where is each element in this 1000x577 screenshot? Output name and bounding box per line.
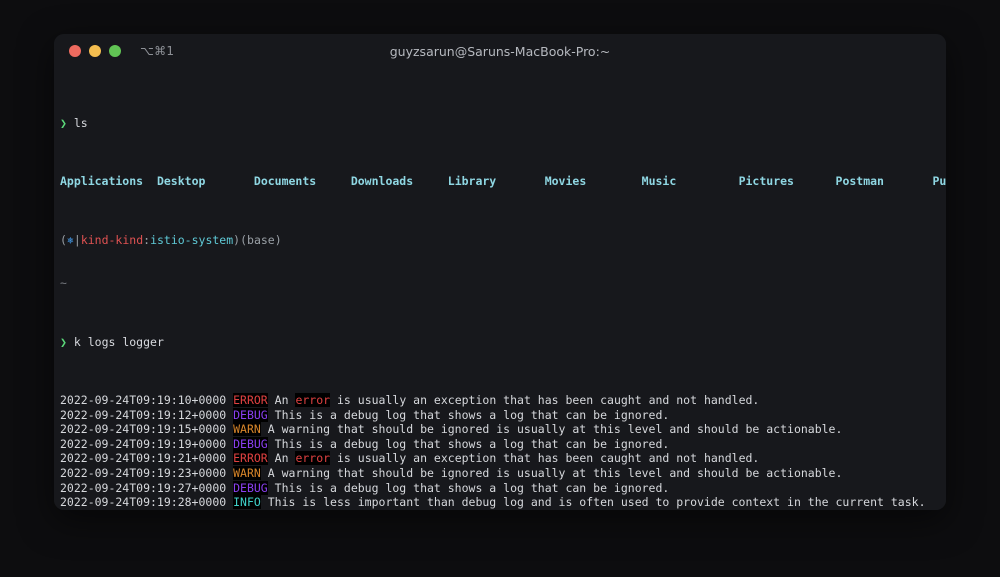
helm-wheel-icon: ⎈	[66, 232, 74, 247]
ls-spacer	[794, 174, 836, 189]
desktop-background: ⌥⌘1 guyzsarun@Saruns-MacBook-Pro:~ ❯ ls …	[0, 0, 1000, 577]
prompt-tilde-1: ~	[60, 276, 67, 291]
log-message: This is a debug log that shows a log tha…	[274, 407, 670, 422]
log-line: 2022-09-24T09:19:27+0000 DEBUG This is a…	[60, 480, 946, 496]
log-level-badge: DEBUG	[233, 480, 268, 495]
prompt-open-paren: (	[60, 232, 67, 247]
traffic-light-group	[64, 45, 121, 57]
log-message-tail: is usually an exception that has been ca…	[330, 451, 760, 466]
kube-context-name: kind-kind	[80, 232, 144, 247]
log-message-tail: is usually an exception that has been ca…	[330, 393, 760, 408]
conda-env-label: (base)	[240, 232, 282, 247]
log-message: A warning that should be ignored is usua…	[267, 422, 843, 437]
log-level-badge: ERROR	[233, 451, 268, 466]
ls-entry[interactable]: Desktop	[157, 174, 205, 189]
log-level-badge: DEBUG	[233, 407, 268, 422]
close-button[interactable]	[69, 45, 81, 57]
log-highlight-word: error	[295, 393, 331, 408]
terminal-output-area[interactable]: ❯ ls Applications Desktop Documents Down…	[54, 68, 946, 510]
log-line: 2022-09-24T09:19:23+0000 WARN A warning …	[60, 466, 946, 481]
maximize-button[interactable]	[109, 45, 121, 57]
shell-prompt-context-1: (⎈|kind-kind:istio-system)(base)	[60, 233, 946, 248]
window-title: guyzsarun@Saruns-MacBook-Pro:~	[389, 43, 611, 59]
log-highlight-word: error	[295, 451, 331, 466]
log-timestamp: 2022-09-24T09:19:19+0000	[60, 436, 227, 451]
ls-spacer	[316, 174, 351, 189]
log-message: This is a debug log that shows a log tha…	[274, 480, 670, 495]
window-titlebar[interactable]: ⌥⌘1 guyzsarun@Saruns-MacBook-Pro:~	[54, 34, 946, 68]
terminal-window: ⌥⌘1 guyzsarun@Saruns-MacBook-Pro:~ ❯ ls …	[54, 34, 946, 510]
log-timestamp: 2022-09-24T09:19:21+0000	[60, 451, 227, 466]
log-level-badge: ERROR	[233, 393, 268, 408]
log-line: 2022-09-24T09:19:15+0000 WARN A warning …	[60, 422, 946, 437]
ls-spacer	[143, 174, 157, 189]
tab-shortcut-label[interactable]: ⌥⌘1	[140, 44, 174, 58]
ls-entry[interactable]: Public	[932, 174, 946, 189]
prompt-arrow-icon: ❯	[60, 115, 67, 130]
log-message: A warning that should be ignored is usua…	[267, 466, 843, 481]
log-level-badge: DEBUG	[233, 436, 268, 451]
log-line: 2022-09-24T09:19:10+0000 ERROR An error …	[60, 393, 946, 408]
log-level-badge: WARN	[233, 466, 261, 481]
log-timestamp: 2022-09-24T09:19:15+0000	[60, 422, 227, 437]
log-line-list: 2022-09-24T09:19:10+0000 ERROR An error …	[60, 393, 946, 510]
ls-entry[interactable]: Applications	[60, 174, 143, 189]
log-timestamp: 2022-09-24T09:19:28+0000	[60, 495, 227, 510]
ls-spacer	[413, 174, 448, 189]
log-line: 2022-09-24T09:19:21+0000 ERROR An error …	[60, 451, 946, 466]
prompt-arrow-icon: ❯	[60, 334, 67, 349]
ls-entry[interactable]: Movies	[545, 174, 587, 189]
log-message: This is less important than debug log an…	[267, 495, 926, 510]
ls-spacer	[884, 174, 932, 189]
ls-entry[interactable]: Library	[448, 174, 496, 189]
log-line: 2022-09-24T09:19:19+0000 DEBUG This is a…	[60, 436, 946, 452]
ls-output-row: Applications Desktop Documents Downloads…	[60, 174, 946, 189]
log-line: 2022-09-24T09:19:28+0000 INFO This is le…	[60, 495, 946, 510]
log-timestamp: 2022-09-24T09:19:23+0000	[60, 466, 227, 481]
ls-entry[interactable]: Documents	[254, 174, 316, 189]
ls-spacer	[676, 174, 738, 189]
log-message: An	[274, 393, 296, 408]
log-timestamp: 2022-09-24T09:19:12+0000	[60, 407, 227, 422]
prompt-pipe: |	[73, 232, 81, 247]
minimize-button[interactable]	[89, 45, 101, 57]
ls-spacer	[205, 174, 253, 189]
log-message: This is a debug log that shows a log tha…	[274, 436, 670, 451]
command-line-klogs: ❯ k logs logger	[60, 335, 946, 350]
ls-spacer	[586, 174, 641, 189]
ls-entry[interactable]: Music	[642, 174, 677, 189]
ls-entry[interactable]: Postman	[836, 174, 884, 189]
log-line: 2022-09-24T09:19:12+0000 DEBUG This is a…	[60, 407, 946, 423]
log-timestamp: 2022-09-24T09:19:27+0000	[60, 480, 227, 495]
ls-entry[interactable]: Pictures	[739, 174, 794, 189]
ls-spacer	[496, 174, 544, 189]
log-level-badge: INFO	[233, 495, 261, 510]
command-text-klogs: k logs logger	[73, 334, 164, 349]
ls-entry[interactable]: Downloads	[351, 174, 413, 189]
log-timestamp: 2022-09-24T09:19:10+0000	[60, 393, 227, 408]
command-text-ls: ls	[73, 115, 88, 130]
log-message: An	[274, 451, 296, 466]
kube-namespace-name: istio-system	[150, 232, 234, 247]
log-level-badge: WARN	[233, 422, 261, 437]
command-line-ls: ❯ ls	[60, 116, 946, 131]
